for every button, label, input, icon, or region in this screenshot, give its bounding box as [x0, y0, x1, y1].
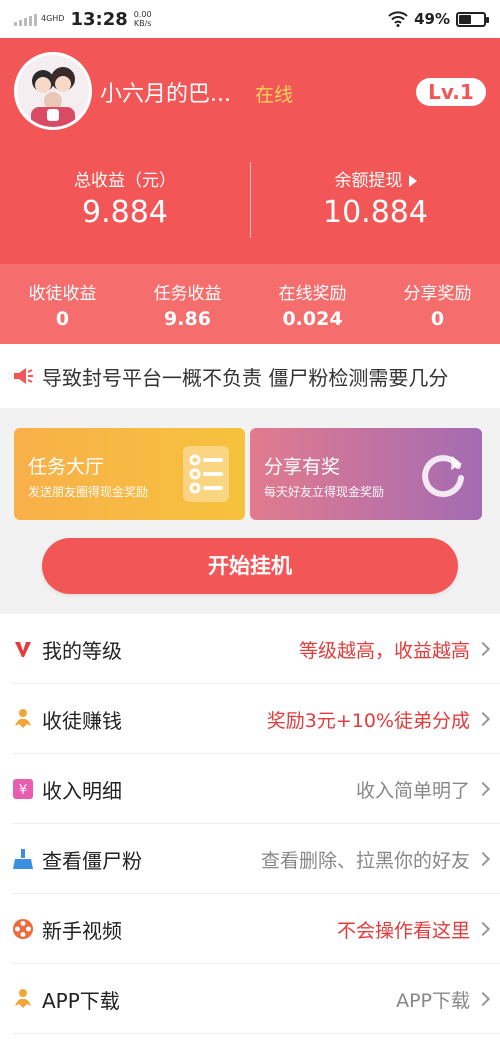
chevron-right-icon: [475, 851, 491, 867]
battery-percent: 49%: [414, 10, 450, 28]
online-status: 在线: [255, 84, 294, 106]
task-list-icon: [183, 446, 229, 502]
v-level-icon: [12, 638, 34, 660]
share-refresh-icon: [422, 455, 464, 498]
chevron-right-icon: [475, 921, 491, 937]
stat-value: 0.024: [282, 308, 343, 330]
stat-label: 在线奖励: [278, 284, 347, 304]
menu-label: 我的等级: [42, 638, 122, 663]
network-speed: 0.00 KB/s: [134, 10, 152, 28]
wifi-icon: [388, 11, 408, 27]
film-reel-icon: [12, 918, 34, 940]
chevron-right-icon: [475, 711, 491, 727]
stat-value: 9.86: [164, 308, 211, 330]
signal-icon: [14, 12, 37, 26]
income-detail-icon: ¥: [12, 778, 34, 800]
stat-label: 分享奖励: [403, 284, 472, 304]
stat-online[interactable]: 在线奖励 0.024: [250, 264, 375, 344]
sub-stats-bar: 收徒收益 0 任务收益 9.86 在线奖励 0.024 分享奖励 0: [0, 264, 500, 344]
stat-task[interactable]: 任务收益 9.86: [125, 264, 250, 344]
notice-bar[interactable]: 导致封号平台一概不负责 僵尸粉检测需要几分: [0, 344, 500, 408]
speed-unit: KB/s: [133, 19, 152, 28]
menu-item-app-download[interactable]: APP下载 APP下载: [0, 964, 500, 1034]
chevron-right-icon: [475, 781, 491, 797]
avatar-image: [17, 55, 89, 127]
avatar[interactable]: [14, 52, 92, 130]
menu-hint: 收入简单明了: [355, 779, 470, 802]
stat-apprentice[interactable]: 收徒收益 0: [0, 264, 125, 344]
menu-label: 收徒赚钱: [42, 708, 122, 733]
menu-hint: 等级越高，收益越高: [298, 639, 470, 662]
stat-label: 收徒收益: [28, 284, 97, 304]
notice-text: 导致封号平台一概不负责 僵尸粉检测需要几分: [42, 365, 449, 390]
battery-fill: [459, 14, 471, 24]
svg-text:¥: ¥: [19, 783, 27, 798]
menu-item-recruit[interactable]: 收徒赚钱 奖励3元+10%徒弟分成: [0, 684, 500, 754]
balance-value: 10.884: [323, 195, 428, 230]
feature-cards: 任务大厅 发送朋友圈得现金奖励 分享有奖 每天好友立得现金奖励 开始挂机: [0, 408, 500, 614]
battery-icon: [456, 11, 489, 27]
menu-hint: 查看删除、拉黑你的好友: [260, 849, 470, 872]
chevron-right-icon: [475, 641, 491, 657]
menu-label: 查看僵尸粉: [42, 848, 142, 873]
speed-value: 0.00: [133, 10, 152, 19]
network-type: 4GHD: [41, 14, 65, 23]
stat-label: 任务收益: [153, 284, 222, 304]
menu-item-my-level[interactable]: 我的等级 等级越高，收益越高: [0, 614, 500, 684]
profile-header: 小六月的巴... 在线 Lv.1 总收益（元） 9.884 余额提现 10.88…: [0, 38, 500, 264]
menu-item-tutorial-video[interactable]: 新手视频 不会操作看这里: [0, 894, 500, 964]
menu-item-zombie-fans[interactable]: 查看僵尸粉 查看删除、拉黑你的好友: [0, 824, 500, 894]
start-hangup-button[interactable]: 开始挂机: [42, 538, 458, 594]
stat-value: 0: [430, 308, 445, 330]
menu-hint: 奖励3元+10%徒弟分成: [266, 709, 470, 732]
stat-value: 0: [55, 308, 70, 330]
balance-label: 余额提现: [334, 171, 403, 191]
total-earnings-label: 总收益（元）: [74, 171, 176, 191]
download-people-icon: [12, 988, 34, 1010]
share-reward-card[interactable]: 分享有奖 每天好友立得现金奖励: [250, 428, 482, 520]
broom-icon: [12, 848, 34, 870]
menu-hint: APP下载: [396, 989, 470, 1012]
arrow-right-icon: [408, 175, 417, 187]
people-icon: [12, 708, 34, 730]
menu-label: 收入明细: [42, 778, 122, 803]
menu-label: 新手视频: [42, 918, 122, 943]
total-earnings-value: 9.884: [82, 195, 168, 230]
task-hall-card[interactable]: 任务大厅 发送朋友圈得现金奖励: [14, 428, 245, 520]
stat-share[interactable]: 分享奖励 0: [375, 264, 500, 344]
total-earnings: 总收益（元） 9.884: [0, 166, 250, 230]
balance-withdraw[interactable]: 余额提现 10.884: [251, 166, 500, 230]
level-badge[interactable]: Lv.1: [416, 78, 486, 106]
chevron-right-icon: [475, 991, 491, 1007]
menu-label: APP下载: [42, 988, 120, 1013]
username: 小六月的巴...: [100, 82, 231, 107]
clock: 13:28: [70, 8, 128, 30]
menu-list: 我的等级 等级越高，收益越高 收徒赚钱 奖励3元+10%徒弟分成 ¥ 收入明细 …: [0, 614, 500, 1055]
speaker-icon: [14, 368, 33, 384]
status-bar: 4GHD 13:28 0.00 KB/s 49%: [0, 0, 500, 38]
menu-item-income-detail[interactable]: ¥ 收入明细 收入简单明了: [0, 754, 500, 824]
menu-hint: 不会操作看这里: [336, 919, 470, 942]
